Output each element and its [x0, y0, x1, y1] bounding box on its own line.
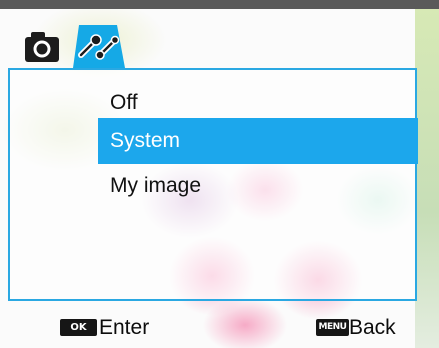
top-bar — [0, 0, 439, 9]
enter-label: Enter — [99, 316, 150, 339]
button-guide: OK Enter MENU Back — [0, 314, 439, 342]
option-off[interactable]: Off — [102, 87, 418, 118]
back-label: Back — [349, 316, 396, 339]
setup-tools-icon — [78, 34, 120, 60]
menu-key-icon: MENU — [316, 319, 349, 336]
option-list: Off System My image — [98, 87, 418, 208]
ok-key-icon: OK — [60, 319, 97, 336]
right-edge-strip — [415, 9, 439, 348]
option-system[interactable]: System — [98, 118, 418, 164]
camera-icon — [25, 32, 59, 62]
tab-camera[interactable] — [13, 23, 67, 68]
option-my-image[interactable]: My image — [102, 164, 418, 208]
